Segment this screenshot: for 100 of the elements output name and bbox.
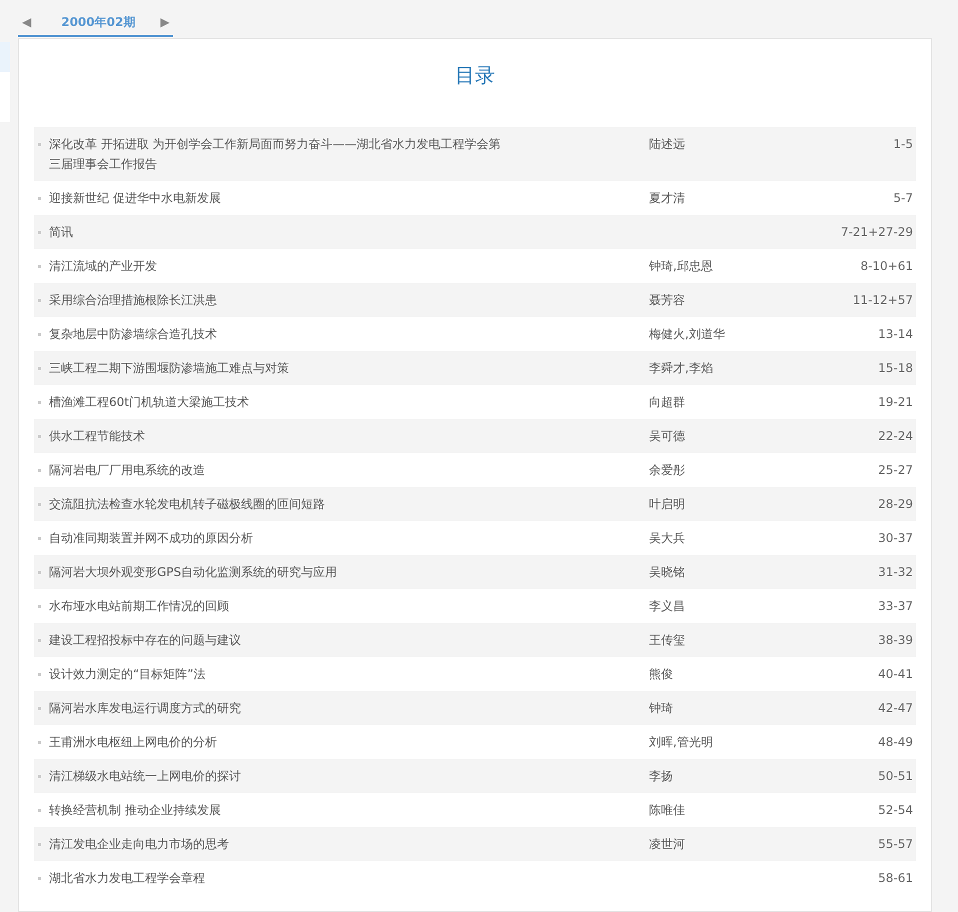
article-title[interactable]: 隔河岩电厂厂用电系统的改造 [49,460,205,480]
article-title[interactable]: 清江发电企业走向电力市场的思考 [49,834,229,854]
page-range: 55-57 [878,836,913,853]
bullet-icon [38,265,41,268]
article-author: 梅健火,刘道华 [649,327,725,341]
page-range: 38-39 [878,632,913,649]
bullet-icon [38,673,41,676]
contents-row[interactable]: 复杂地层中防渗墙综合造孔技术 梅健火,刘道华 13-14 [34,317,916,351]
contents-row[interactable]: 王甫洲水电枢纽上网电价的分析 刘晖,管光明 48-49 [34,725,916,759]
contents-row[interactable]: 迎接新世纪 促进华中水电新发展 夏才清 5-7 [34,181,916,215]
article-title[interactable]: 转换经营机制 推动企业持续发展 [49,800,221,820]
contents-row[interactable]: 供水工程节能技术 吴可德 22-24 [34,419,916,453]
page-range: 42-47 [878,700,913,717]
page-range: 15-18 [878,360,913,377]
page-range: 40-41 [878,666,913,683]
article-author: 向超群 [649,395,685,409]
article-author: 叶启明 [649,497,685,511]
bullet-icon [38,367,41,370]
page-range: 5-7 [893,190,913,207]
article-title[interactable]: 水布垭水电站前期工作情况的回顾 [49,596,229,616]
bullet-icon [38,435,41,438]
bullet-icon [38,299,41,302]
article-title[interactable]: 深化改革 开拓进取 为开创学会工作新局面而努力奋斗——湖北省水力发电工程学会第三届理事会工作报告 [49,134,505,174]
article-author: 钟琦 [649,701,673,715]
page-range: 50-51 [878,768,913,785]
contents-row[interactable]: 转换经营机制 推动企业持续发展 陈唯佳 52-54 [34,793,916,827]
article-author: 凌世河 [649,837,685,851]
article-title[interactable]: 设计效力测定的“目标矩阵”法 [49,664,206,684]
bullet-icon [38,605,41,608]
article-title[interactable]: 复杂地层中防渗墙综合造孔技术 [49,324,217,344]
article-title[interactable]: 清江流域的产业开发 [49,256,157,276]
bullet-icon [38,571,41,574]
page-range: 33-37 [878,598,913,615]
bullet-icon [38,231,41,234]
page-range: 30-37 [878,530,913,547]
article-author: 李舜才,李焰 [649,361,713,375]
contents-row[interactable]: 深化改革 开拓进取 为开创学会工作新局面而努力奋斗——湖北省水力发电工程学会第三届理事会工作报告 陆述远 1-5 [34,127,916,181]
bullet-icon [38,469,41,472]
article-title[interactable]: 简讯 [49,222,73,242]
article-title[interactable]: 湖北省水力发电工程学会章程 [49,868,205,888]
bullet-icon [38,143,41,146]
article-title[interactable]: 迎接新世纪 促进华中水电新发展 [49,188,221,208]
bullet-icon [38,503,41,506]
contents-row[interactable]: 自动准同期装置并网不成功的原因分析 吴大兵 30-37 [34,521,916,555]
contents-row[interactable]: 清江梯级水电站统一上网电价的探讨 李扬 50-51 [34,759,916,793]
article-title[interactable]: 王甫洲水电枢纽上网电价的分析 [49,732,217,752]
bullet-icon [38,741,41,744]
article-title[interactable]: 自动准同期装置并网不成功的原因分析 [49,528,253,548]
page-range: 28-29 [878,496,913,513]
contents-row[interactable]: 设计效力测定的“目标矩阵”法 熊俊 40-41 [34,657,916,691]
article-title[interactable]: 建设工程招投标中存在的问题与建议 [49,630,241,650]
contents-title: 目录 [454,63,496,87]
contents-row[interactable]: 交流阻抗法检查水轮发电机转子磁极线圈的匝间短路 叶启明 28-29 [34,487,916,521]
article-title[interactable]: 清江梯级水电站统一上网电价的探讨 [49,766,241,786]
article-author: 李扬 [649,769,673,783]
bullet-icon [38,877,41,880]
article-author: 陆述远 [649,137,685,151]
article-title[interactable]: 采用综合治理措施根除长江洪患 [49,290,217,310]
contents-row[interactable]: 隔河岩水库发电运行调度方式的研究 钟琦 42-47 [34,691,916,725]
bullet-icon [38,809,41,812]
article-author: 熊俊 [649,667,673,681]
bullet-icon [38,639,41,642]
page-range: 1-5 [893,136,913,153]
article-author: 余爱彤 [649,463,685,477]
article-author: 吴大兵 [649,531,685,545]
article-title[interactable]: 三峡工程二期下游围堰防渗墙施工难点与对策 [49,358,289,378]
page-range: 48-49 [878,734,913,751]
contents-row[interactable]: 隔河岩大坝外观变形GPS自动化监测系统的研究与应用 吴晓铭 31-32 [34,555,916,589]
article-author: 吴可德 [649,429,685,443]
bullet-icon [38,843,41,846]
page-range: 19-21 [878,394,913,411]
contents-row[interactable]: 湖北省水力发电工程学会章程 58-61 [34,861,916,895]
page-range: 25-27 [878,462,913,479]
bullet-icon [38,197,41,200]
bullet-icon [38,333,41,336]
contents-row[interactable]: 隔河岩电厂厂用电系统的改造 余爱彤 25-27 [34,453,916,487]
bullet-icon [38,537,41,540]
article-title[interactable]: 槽渔滩工程60t门机轨道大梁施工技术 [49,392,249,412]
contents-row[interactable]: 简讯 7-21+27-29 [34,215,916,249]
contents-row[interactable]: 清江流域的产业开发 钟琦,邱忠恩 8-10+61 [34,249,916,283]
contents-row[interactable]: 水布垭水电站前期工作情况的回顾 李义昌 33-37 [34,589,916,623]
contents-row[interactable]: 三峡工程二期下游围堰防渗墙施工难点与对策 李舜才,李焰 15-18 [34,351,916,385]
contents-row[interactable]: 采用综合治理措施根除长江洪患 聂芳容 11-12+57 [34,283,916,317]
page-range: 13-14 [878,326,913,343]
page-range: 31-32 [878,564,913,581]
article-title[interactable]: 交流阻抗法检查水轮发电机转子磁极线圈的匝间短路 [49,494,325,514]
bullet-icon [38,775,41,778]
contents-row[interactable]: 清江发电企业走向电力市场的思考 凌世河 55-57 [34,827,916,861]
article-title[interactable]: 供水工程节能技术 [49,426,145,446]
contents-row[interactable]: 建设工程招投标中存在的问题与建议 王传玺 38-39 [34,623,916,657]
page-range: 7-21+27-29 [840,224,913,241]
article-author: 钟琦,邱忠恩 [649,259,713,273]
article-author: 刘晖,管光明 [649,735,713,749]
article-title[interactable]: 隔河岩大坝外观变形GPS自动化监测系统的研究与应用 [49,562,338,582]
bullet-icon [38,401,41,404]
article-author: 夏才清 [649,191,685,205]
article-author: 吴晓铭 [649,565,685,579]
article-title[interactable]: 隔河岩水库发电运行调度方式的研究 [49,698,241,718]
article-author: 陈唯佳 [649,803,685,817]
contents-row[interactable]: 槽渔滩工程60t门机轨道大梁施工技术 向超群 19-21 [34,385,916,419]
